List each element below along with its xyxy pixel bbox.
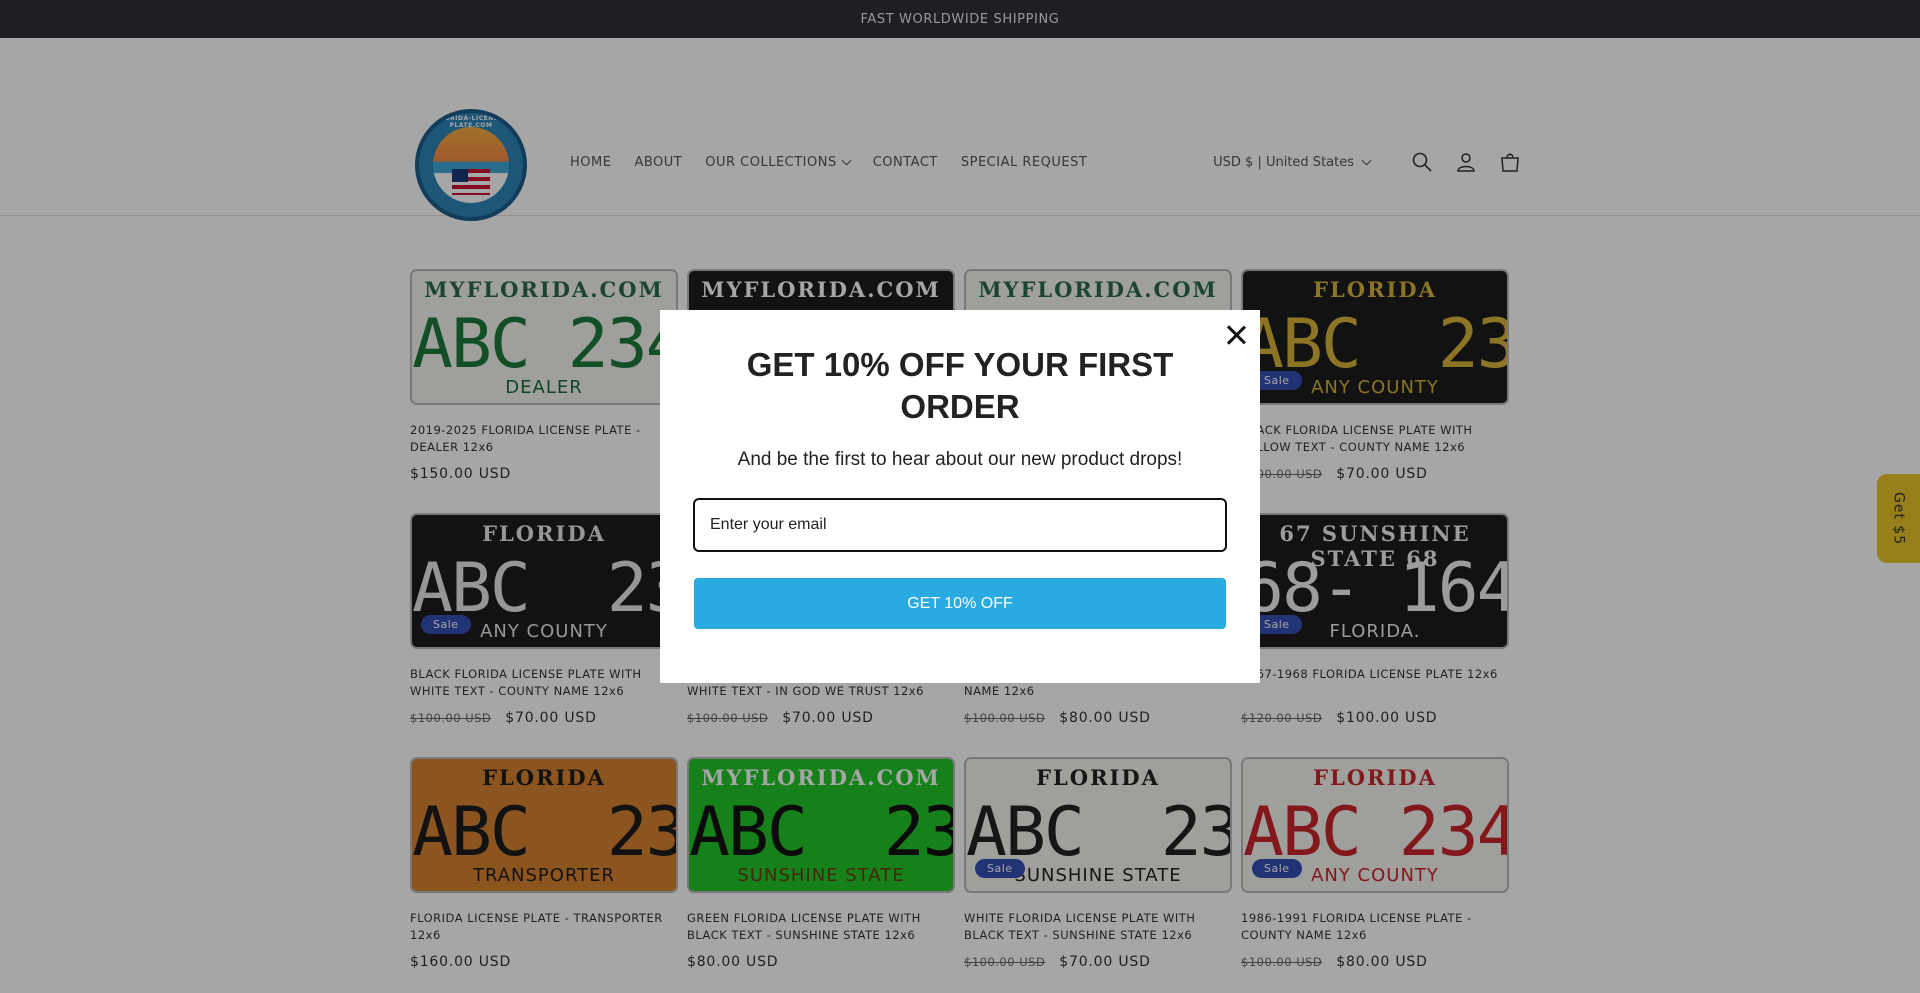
discount-popup: GET 10% OFF YOUR FIRST ORDER And be the … [660,310,1260,683]
popup-title: GET 10% OFF YOUR FIRST ORDER [746,346,1174,425]
get-discount-button[interactable]: GET 10% OFF [694,578,1226,629]
close-icon[interactable] [1222,321,1250,349]
email-input[interactable] [693,498,1227,552]
popup-subtitle: And be the first to hear about our new p… [737,449,1183,470]
